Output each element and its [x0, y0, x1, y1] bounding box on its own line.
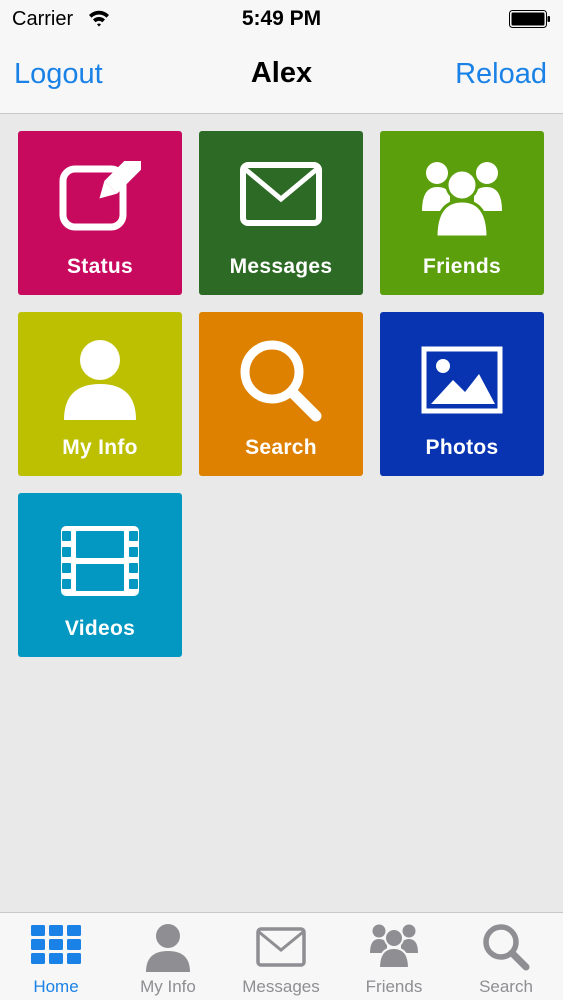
tab-label: Search	[479, 977, 533, 996]
person-icon	[64, 340, 136, 420]
magnifier-icon	[240, 340, 322, 422]
clock: 5:49 PM	[241, 7, 322, 30]
tile-my-info[interactable]: My Info	[18, 312, 182, 476]
battery-icon	[509, 10, 550, 28]
group-icon	[422, 162, 502, 239]
tab-label: My Info	[140, 977, 196, 996]
person-icon	[146, 924, 190, 972]
group-icon	[370, 924, 418, 969]
tile-label: My Info	[62, 436, 138, 459]
tile-label: Search	[245, 436, 317, 459]
film-icon	[61, 526, 139, 596]
tile-status[interactable]: Status	[18, 131, 182, 295]
envelope-icon	[256, 927, 306, 967]
tile-label: Videos	[64, 617, 136, 640]
grid-icon	[31, 925, 81, 964]
tile-messages[interactable]: Messages	[199, 131, 363, 295]
status-bar: Carrier 5:49 PM	[0, 0, 563, 40]
tile-label: Photos	[425, 436, 499, 459]
tab-search[interactable]: Search	[450, 913, 562, 1000]
tab-label: Friends	[365, 977, 423, 996]
edit-icon	[59, 161, 141, 231]
tile-search[interactable]: Search	[199, 312, 363, 476]
tab-label: Messages	[242, 977, 320, 996]
envelope-icon	[240, 162, 322, 226]
image-icon	[421, 346, 503, 414]
tile-label: Messages	[229, 255, 333, 278]
navigation-bar: Logout Alex Reload	[0, 40, 563, 114]
tab-my-info[interactable]: My Info	[112, 913, 224, 1000]
tab-bar: Home My Info Messages Friends Search	[0, 912, 563, 1000]
reload-button[interactable]: Reload	[455, 58, 547, 91]
magnifier-icon	[483, 924, 530, 971]
tab-home[interactable]: Home	[0, 913, 112, 1000]
tile-videos[interactable]: Videos	[18, 493, 182, 657]
tab-friends[interactable]: Friends	[338, 913, 450, 1000]
tab-label: Home	[33, 977, 79, 996]
tile-label: Friends	[423, 255, 501, 278]
tile-friends[interactable]: Friends	[380, 131, 544, 295]
tab-messages[interactable]: Messages	[225, 913, 337, 1000]
tile-label: Status	[67, 255, 133, 278]
tile-photos[interactable]: Photos	[380, 312, 544, 476]
